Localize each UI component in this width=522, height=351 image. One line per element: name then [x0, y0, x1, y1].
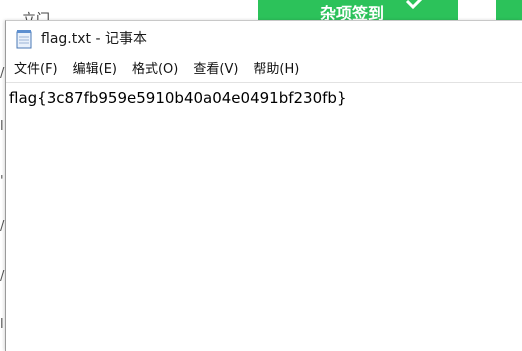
background-mark: ': [0, 174, 4, 189]
screen: 立门 杂项签到 / l ' / / l flag.txt - 记事本 文件(F)…: [0, 0, 522, 351]
check-icon: [405, 0, 423, 10]
menu-file[interactable]: 文件(F): [12, 60, 60, 80]
background-mark: /: [0, 219, 5, 234]
text-editor[interactable]: flag{3c87fb959e5910b40a04e0491bf230fb}: [6, 82, 522, 351]
notepad-icon: [16, 30, 32, 49]
title-bar[interactable]: flag.txt - 记事本: [6, 21, 522, 58]
background-mark: l: [0, 119, 4, 134]
editor-content[interactable]: flag{3c87fb959e5910b40a04e0491bf230fb}: [9, 88, 347, 108]
menu-edit[interactable]: 编辑(E): [71, 60, 119, 80]
background-green-button-2[interactable]: [496, 0, 522, 20]
notepad-window: flag.txt - 记事本 文件(F) 编辑(E) 格式(O) 查看(V) 帮…: [5, 20, 522, 351]
menu-bar: 文件(F) 编辑(E) 格式(O) 查看(V) 帮助(H): [6, 59, 522, 81]
window-title: flag.txt - 记事本: [41, 31, 147, 47]
background-mark: l: [0, 317, 4, 332]
menu-format[interactable]: 格式(O): [130, 60, 180, 80]
background-mark: /: [0, 269, 5, 284]
background-mark: /: [0, 66, 5, 81]
menu-view[interactable]: 查看(V): [191, 60, 240, 80]
menu-help[interactable]: 帮助(H): [251, 60, 301, 80]
